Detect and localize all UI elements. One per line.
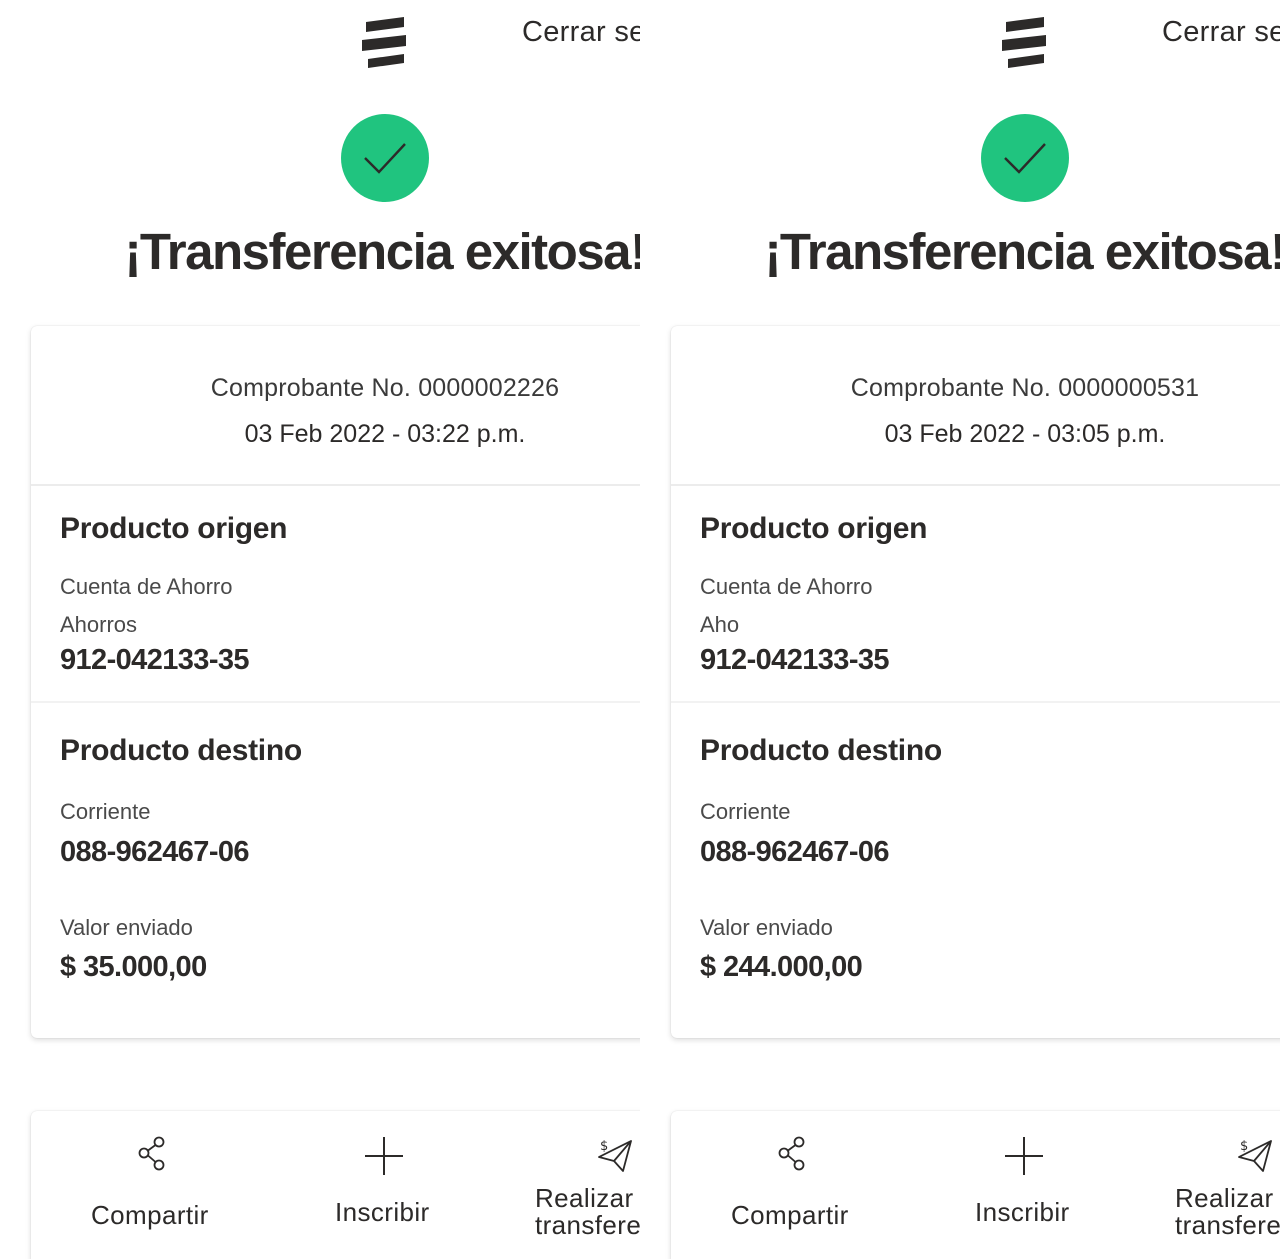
section-divider [671, 701, 1280, 703]
make-transfer-button[interactable]: $ Realizar transfere [1171, 1111, 1280, 1259]
origin-account-number: 912-042133-35 [60, 644, 250, 676]
destination-heading: Producto destino [60, 734, 302, 767]
make-transfer-button[interactable]: $ Realizar transfere [531, 1111, 640, 1259]
send-money-icon: $ [598, 1139, 632, 1172]
receipt-header: Comprobante No. 0000000531 03 Feb 2022 -… [671, 326, 1280, 486]
enroll-label: Inscribir [975, 1197, 1070, 1227]
receipt-number: Comprobante No. 0000002226 [210, 374, 560, 402]
enroll-button[interactable]: Inscribir [951, 1111, 1101, 1259]
logout-link[interactable]: Cerrar se [522, 16, 640, 49]
destination-account-type: Corriente [700, 799, 791, 824]
origin-account-subtype: Aho [700, 612, 740, 637]
share-icon [778, 1136, 805, 1171]
svg-text:$: $ [600, 1139, 608, 1154]
plus-icon [1005, 1137, 1043, 1175]
destination-heading: Producto destino [700, 734, 942, 767]
check-circle-icon [981, 114, 1069, 202]
amount-label: Valor enviado [700, 915, 833, 940]
origin-heading: Producto origen [60, 512, 288, 545]
enroll-button[interactable]: Inscribir [311, 1111, 461, 1259]
send-money-icon: $ [1238, 1139, 1272, 1172]
receipt-screen-right: Cerrar se ¡Transferencia exitosa! Compro… [640, 0, 1280, 1259]
action-bar: Compartir Inscribir $ Realizar transfere [31, 1111, 640, 1259]
receipt-number: Comprobante No. 0000000531 [850, 374, 1200, 402]
bancolombia-logo [1002, 17, 1046, 68]
share-label: Compartir [91, 1200, 209, 1230]
amount-label: Valor enviado [60, 915, 193, 940]
make-transfer-label: Realizar transfere [1175, 1183, 1280, 1240]
section-divider [31, 701, 640, 703]
origin-account-number: 912-042133-35 [700, 644, 890, 676]
receipt-header: Comprobante No. 0000002226 03 Feb 2022 -… [31, 326, 640, 486]
receipt-card: Comprobante No. 0000002226 03 Feb 2022 -… [31, 326, 640, 1038]
page-title: ¡Transferencia exitosa! [124, 223, 640, 280]
action-bar: Compartir Inscribir $ Realizar transfere [671, 1111, 1280, 1259]
amount-value: $ 244.000,00 [700, 951, 863, 983]
origin-account-subtype: Ahorros [60, 612, 138, 637]
share-button[interactable]: Compartir [711, 1111, 871, 1259]
receipt-screen-left: Cerrar se ¡Transferencia exitosa! Compro… [0, 0, 640, 1259]
origin-heading: Producto origen [700, 512, 928, 545]
destination-account-number: 088-962467-06 [60, 836, 250, 868]
receipt-datetime: 03 Feb 2022 - 03:05 p.m. [884, 420, 1166, 448]
bancolombia-logo [362, 17, 406, 68]
plus-icon [365, 1137, 403, 1175]
page-title: ¡Transferencia exitosa! [764, 223, 1280, 280]
destination-account-type: Corriente [60, 799, 151, 824]
origin-account-type: Cuenta de Ahorro [60, 574, 233, 599]
share-icon [138, 1136, 165, 1171]
make-transfer-label: Realizar transfere [535, 1183, 640, 1240]
origin-account-type: Cuenta de Ahorro [700, 574, 873, 599]
amount-value: $ 35.000,00 [60, 951, 207, 983]
svg-text:$: $ [1240, 1139, 1248, 1154]
destination-account-number: 088-962467-06 [700, 836, 890, 868]
logout-link[interactable]: Cerrar se [1162, 16, 1280, 49]
receipt-card: Comprobante No. 0000000531 03 Feb 2022 -… [671, 326, 1280, 1038]
share-label: Compartir [731, 1200, 849, 1230]
share-button[interactable]: Compartir [71, 1111, 231, 1259]
enroll-label: Inscribir [335, 1197, 430, 1227]
check-circle-icon [341, 114, 429, 202]
receipt-datetime: 03 Feb 2022 - 03:22 p.m. [244, 420, 526, 448]
